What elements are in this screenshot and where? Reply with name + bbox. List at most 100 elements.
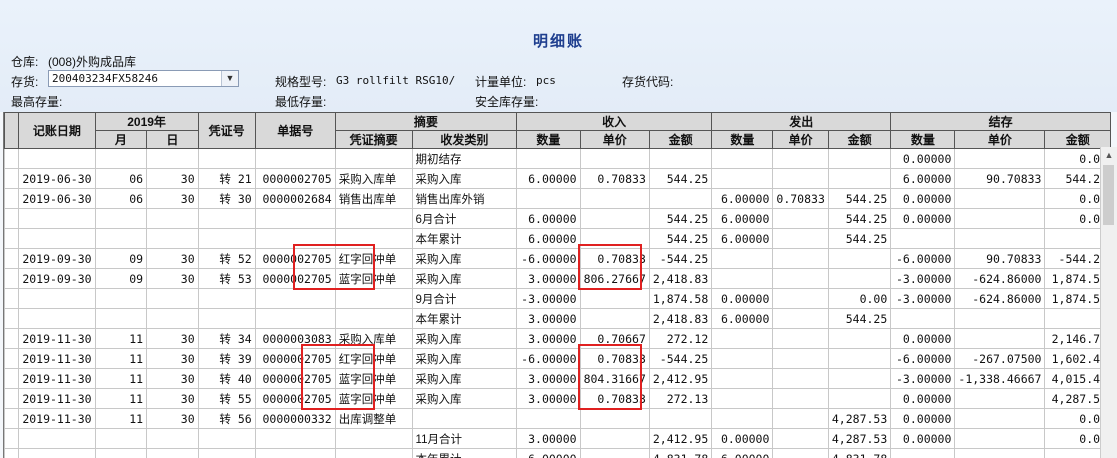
table-cell[interactable]: [146, 148, 199, 169]
table-cell[interactable]: [890, 308, 956, 329]
table-cell[interactable]: [579, 308, 650, 329]
table-row[interactable]: 期初结存 0.00000 0.00: [4, 148, 1111, 169]
table-cell[interactable]: 出库调整单: [334, 408, 413, 429]
table-cell[interactable]: 转 30: [197, 188, 256, 209]
table-cell[interactable]: [827, 328, 892, 349]
table-cell[interactable]: 采购入库: [411, 168, 518, 189]
table-cell[interactable]: 6.00000: [711, 448, 774, 458]
table-cell[interactable]: 1,874.58: [648, 288, 713, 309]
col-voucher[interactable]: 凭证号: [197, 112, 256, 149]
table-cell[interactable]: 2019-09-30: [18, 248, 96, 269]
table-cell[interactable]: 544.25: [827, 188, 892, 209]
table-cell[interactable]: 0000003083: [254, 328, 336, 349]
table-cell[interactable]: 0000002705: [254, 388, 336, 409]
table-cell[interactable]: [954, 408, 1046, 429]
table-cell[interactable]: [197, 228, 256, 249]
table-cell[interactable]: 4,831.78: [827, 448, 892, 458]
table-cell[interactable]: 0.00000: [890, 388, 956, 409]
table-cell[interactable]: 采购入库: [411, 388, 518, 409]
table-cell[interactable]: [146, 208, 199, 229]
table-cell[interactable]: 6月合计: [411, 208, 518, 229]
table-row[interactable]: 2019-11-30 11 30 转 55 0000002705 蓝字回冲单 采购入库 3.0…: [4, 388, 1111, 409]
table-cell[interactable]: 2,418.83: [648, 308, 713, 329]
table-cell[interactable]: [94, 148, 148, 169]
table-cell[interactable]: 30: [146, 388, 199, 409]
table-cell[interactable]: -544.25: [648, 248, 713, 269]
table-cell[interactable]: 4,287.53: [827, 408, 892, 429]
table-cell[interactable]: [579, 208, 650, 229]
table-cell[interactable]: [197, 148, 256, 169]
table-cell[interactable]: 0.00000: [890, 148, 956, 169]
table-cell[interactable]: 2019-11-30: [18, 368, 96, 389]
table-cell[interactable]: 0.70833: [579, 248, 650, 269]
table-cell[interactable]: [954, 148, 1046, 169]
table-cell[interactable]: [334, 228, 413, 249]
table-cell[interactable]: 2,412.95: [648, 428, 713, 449]
table-cell[interactable]: [711, 268, 774, 289]
col-docno[interactable]: 单据号: [254, 112, 336, 149]
table-cell[interactable]: 11月合计: [411, 428, 518, 449]
table-cell[interactable]: 30: [146, 348, 199, 369]
table-cell[interactable]: 806.27667: [579, 268, 650, 289]
table-cell[interactable]: 6.00000: [516, 228, 581, 249]
table-cell[interactable]: 蓝字回冲单: [334, 268, 413, 289]
table-cell[interactable]: 0000002705: [254, 368, 336, 389]
table-cell[interactable]: [711, 388, 774, 409]
table-cell[interactable]: 2019-06-30: [18, 188, 96, 209]
table-cell[interactable]: [772, 308, 829, 329]
table-cell[interactable]: [711, 248, 774, 269]
table-cell[interactable]: -544.25: [648, 348, 713, 369]
table-cell[interactable]: [197, 428, 256, 449]
table-cell[interactable]: 544.25: [648, 228, 713, 249]
table-cell[interactable]: 采购入库: [411, 268, 518, 289]
table-cell[interactable]: 30: [146, 408, 199, 429]
table-cell[interactable]: [954, 208, 1046, 229]
table-cell[interactable]: [579, 408, 650, 429]
table-cell[interactable]: 3.00000: [516, 328, 581, 349]
table-cell[interactable]: [146, 428, 199, 449]
table-cell[interactable]: 红字回冲单: [334, 248, 413, 269]
table-cell[interactable]: [890, 448, 956, 458]
table-cell[interactable]: [772, 268, 829, 289]
table-cell[interactable]: [711, 408, 774, 429]
scroll-up-icon[interactable]: ▲: [1101, 147, 1117, 163]
table-cell[interactable]: [516, 188, 581, 209]
col-in[interactable]: 收入: [516, 112, 713, 131]
table-cell[interactable]: [254, 148, 336, 169]
table-cell[interactable]: [579, 288, 650, 309]
table-cell[interactable]: 09: [94, 248, 148, 269]
table-cell[interactable]: [954, 328, 1046, 349]
table-cell[interactable]: [18, 208, 96, 229]
table-cell[interactable]: 0.00000: [890, 428, 956, 449]
col-month[interactable]: 月: [94, 130, 148, 149]
table-cell[interactable]: 本年累计: [411, 228, 518, 249]
table-cell[interactable]: [648, 408, 713, 429]
table-cell[interactable]: [18, 428, 96, 449]
table-cell[interactable]: 销售出库外销: [411, 188, 518, 209]
table-cell[interactable]: -267.07500: [954, 348, 1046, 369]
table-cell[interactable]: 30: [146, 368, 199, 389]
table-cell[interactable]: 0000000332: [254, 408, 336, 429]
table-cell[interactable]: [197, 448, 256, 458]
table-cell[interactable]: 6.00000: [711, 188, 774, 209]
table-cell[interactable]: -3.00000: [890, 288, 956, 309]
table-cell[interactable]: [772, 168, 829, 189]
table-cell[interactable]: [18, 228, 96, 249]
table-cell[interactable]: 0.70833: [579, 348, 650, 369]
col-bal[interactable]: 结存: [890, 112, 1111, 131]
table-cell[interactable]: 6.00000: [711, 308, 774, 329]
table-cell[interactable]: 采购入库单: [334, 168, 413, 189]
table-cell[interactable]: [579, 148, 650, 169]
table-cell[interactable]: 2019-06-30: [18, 168, 96, 189]
table-row[interactable]: 2019-09-30 09 30 转 53 0000002705 蓝字回冲单 采购入库 3.0…: [4, 268, 1111, 289]
table-cell[interactable]: 90.70833: [954, 168, 1046, 189]
table-cell[interactable]: [648, 188, 713, 209]
table-cell[interactable]: [579, 188, 650, 209]
table-cell[interactable]: [772, 208, 829, 229]
table-cell[interactable]: [94, 428, 148, 449]
table-cell[interactable]: [516, 148, 581, 169]
table-cell[interactable]: 0.00000: [890, 408, 956, 429]
table-cell[interactable]: 期初结存: [411, 148, 518, 169]
table-cell[interactable]: [579, 228, 650, 249]
col-out-amt[interactable]: 金额: [827, 130, 892, 149]
